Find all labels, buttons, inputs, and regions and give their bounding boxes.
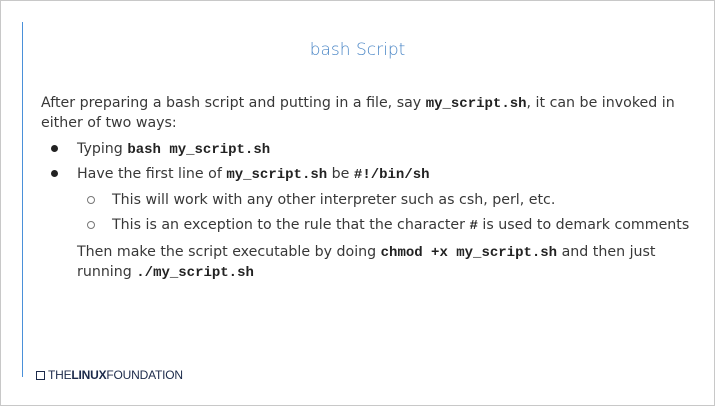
linux-foundation-logo: THE LINUX FOUNDATION: [36, 368, 183, 382]
bullet-dot: [51, 145, 58, 152]
slide-title: bash Script: [309, 40, 406, 60]
sub-bullet-circle: [87, 196, 95, 204]
sub-bullet-exception: This is an exception to the rule that th…: [112, 215, 689, 236]
bullet-text: Typing: [77, 141, 128, 157]
intro-text-post: , it can be invoked in: [526, 95, 675, 111]
bullet-dot: [51, 170, 58, 177]
bullet-text: Have the first line of: [77, 166, 227, 182]
logo-foundation: FOUNDATION: [106, 368, 183, 382]
intro-filename: my_script.sh: [425, 96, 527, 112]
intro-line-1: After preparing a bash script and puttin…: [41, 93, 675, 114]
sub-bullet-code: #: [469, 218, 478, 234]
sub-bullet-text: This is an exception to the rule that th…: [112, 217, 470, 233]
logo-square-icon: [36, 370, 45, 380]
logo-linux: LINUX: [71, 368, 107, 382]
bullet-code-shebang: #!/bin/sh: [353, 167, 430, 183]
sub-bullet-circle: [87, 221, 95, 229]
closing-text-pre: Then make the script executable by doing: [77, 244, 381, 260]
closing-line-2: running ./my_script.sh: [77, 262, 254, 283]
logo-the: THE: [48, 368, 72, 382]
accent-bar: [22, 22, 23, 377]
closing-text-running: running: [77, 264, 137, 280]
bullet-item-shebang: Have the first line of my_script.sh be #…: [77, 164, 430, 185]
bullet-item-typing: Typing bash my_script.sh: [77, 139, 270, 160]
sub-bullet-text-post: is used to demark comments: [477, 217, 690, 233]
bullet-code: bash my_script.sh: [127, 142, 271, 158]
sub-bullet-interpreter: This will work with any other interprete…: [112, 192, 556, 208]
closing-code-chmod: chmod +x my_script.sh: [380, 245, 558, 261]
closing-text-post: and then just: [557, 244, 656, 260]
intro-line-2: either of two ways:: [41, 115, 177, 131]
bullet-code: my_script.sh: [226, 167, 328, 183]
bullet-text-mid: be: [327, 166, 354, 182]
intro-text-pre: After preparing a bash script and puttin…: [41, 95, 426, 111]
closing-line-1: Then make the script executable by doing…: [77, 242, 655, 263]
closing-code-run: ./my_script.sh: [136, 265, 254, 281]
